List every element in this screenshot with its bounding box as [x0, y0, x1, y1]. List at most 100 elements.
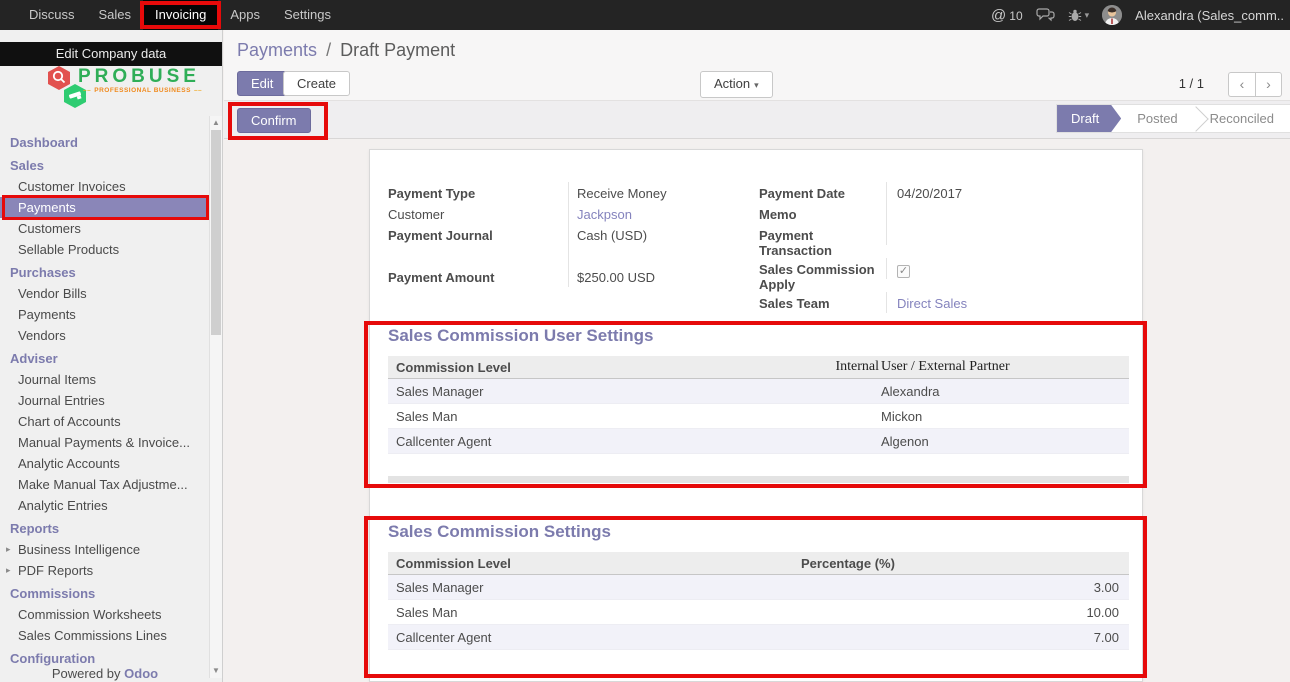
sidebar-item-vendors[interactable]: Vendors — [0, 325, 210, 346]
commission-settings-table: Commission Level Percentage (%) Sales Ma… — [388, 552, 1129, 650]
field-label: Memo — [759, 203, 886, 222]
nav-item-invoicing[interactable]: Invoicing — [143, 0, 218, 30]
sidebar-item-customer-invoices[interactable]: Customer Invoices — [0, 176, 210, 197]
field-label: Customer — [388, 203, 568, 222]
sidebar-item-pdf-reports[interactable]: ▸PDF Reports — [0, 560, 210, 581]
sidebar-item-customers[interactable]: Customers — [0, 218, 210, 239]
memo-value — [886, 203, 1119, 224]
field-customer: Customer Jackpson — [388, 203, 718, 224]
payment-date-value: 04/20/2017 — [886, 182, 1119, 203]
table-row[interactable]: Callcenter Agent Algenon — [388, 429, 1129, 454]
table-row[interactable]: Sales Manager 3.00 — [388, 575, 1129, 600]
sidebar-item-vendor-bills[interactable]: Vendor Bills — [0, 283, 210, 304]
sidebar-item-sellable-products[interactable]: Sellable Products — [0, 239, 210, 260]
statusbar: Draft Posted Reconciled — [1056, 104, 1290, 133]
payment-journal-value: Cash (USD) — [568, 224, 718, 245]
sidebar-heading-sales[interactable]: Sales — [0, 153, 210, 176]
scroll-up-icon[interactable]: ▲ — [210, 117, 222, 129]
form-button-bar: Confirm Draft Posted Reconciled — [224, 100, 1290, 139]
pager: ‹ › — [1228, 72, 1282, 97]
pager-next-button[interactable]: › — [1255, 72, 1282, 97]
sales-commission-apply-checkbox[interactable]: ✓ — [897, 265, 910, 278]
table-row[interactable]: Sales Man 10.00 — [388, 600, 1129, 625]
sidebar-item-tax-adjustments[interactable]: Make Manual Tax Adjustme... — [0, 474, 210, 495]
sidebar: Edit Company data PROBUSE PROFESSIONAL B… — [0, 30, 223, 682]
user-menu[interactable]: Alexandra (Sales_comm.. — [1135, 8, 1284, 23]
sidebar-item-business-intelligence[interactable]: ▸Business Intelligence — [0, 539, 210, 560]
table-row[interactable]: Sales Manager Alexandra — [388, 379, 1129, 404]
nav-item-sales[interactable]: Sales — [87, 0, 144, 30]
action-dropdown-button[interactable]: Action▾ — [700, 71, 773, 98]
sidebar-item-commission-worksheets[interactable]: Commission Worksheets — [0, 604, 210, 625]
sidebar-item-analytic-accounts[interactable]: Analytic Accounts — [0, 453, 210, 474]
user-settings-title: Sales Commission User Settings — [388, 326, 1129, 346]
status-step-reconciled[interactable]: Reconciled — [1194, 105, 1290, 132]
action-caret-icon: ▾ — [754, 80, 759, 90]
sidebar-item-manual-payments[interactable]: Manual Payments & Invoice... — [0, 432, 210, 453]
sidebar-item-payments[interactable]: Payments — [0, 197, 210, 218]
nav-item-apps[interactable]: Apps — [218, 0, 272, 30]
table-horizontal-scrollbar[interactable] — [388, 476, 1129, 483]
col-header-user-external-partner: User / External Partner — [879, 359, 1129, 375]
pager-previous-button[interactable]: ‹ — [1228, 72, 1255, 97]
user-avatar[interactable] — [1102, 5, 1122, 25]
confirm-button[interactable]: Confirm — [237, 108, 311, 133]
mentions-counter[interactable]: @10 — [991, 7, 1023, 24]
messages-icon[interactable] — [1036, 8, 1055, 22]
sidebar-scrollbar[interactable]: ▲ ▼ — [209, 116, 222, 678]
odoo-brand-link[interactable]: Odoo — [124, 666, 158, 681]
payment-amount-value: $250.00 USD — [568, 266, 718, 287]
scrollbar-thumb[interactable] — [211, 130, 221, 335]
at-icon: @ — [991, 7, 1006, 24]
edit-company-button[interactable]: Edit Company data — [0, 42, 222, 66]
sidebar-item-analytic-entries[interactable]: Analytic Entries — [0, 495, 210, 516]
nav-item-settings[interactable]: Settings — [272, 0, 343, 30]
sidebar-heading-purchases[interactable]: Purchases — [0, 260, 210, 283]
chevron-left-icon: ‹ — [1240, 76, 1245, 92]
field-payment-amount: Payment Amount $250.00 USD — [388, 266, 718, 287]
scroll-down-icon[interactable]: ▼ — [210, 665, 222, 677]
breadcrumb-current: Draft Payment — [340, 40, 455, 60]
company-logo: PROBUSE PROFESSIONAL BUSINESS — [0, 66, 222, 128]
edit-button[interactable]: Edit — [237, 71, 287, 96]
sidebar-heading-adviser[interactable]: Adviser — [0, 346, 210, 369]
create-button[interactable]: Create — [283, 71, 350, 96]
status-step-draft[interactable]: Draft — [1057, 105, 1121, 132]
field-sales-commission-apply: Sales Commission Apply ✓ — [759, 258, 1119, 292]
debug-bug-icon[interactable]: ▾ — [1068, 8, 1090, 22]
sidebar-item-journal-items[interactable]: Journal Items — [0, 369, 210, 390]
breadcrumb: Payments / Draft Payment — [237, 40, 455, 61]
powered-by: Powered by Odoo — [0, 666, 210, 681]
field-sales-team: Sales Team Direct Sales — [759, 292, 1119, 313]
table-header: Commission Level Internal User / Externa… — [388, 356, 1129, 379]
logo-subtitle: PROFESSIONAL BUSINESS — [80, 87, 205, 94]
sidebar-item-journal-entries[interactable]: Journal Entries — [0, 390, 210, 411]
expand-caret-icon[interactable]: ▸ — [6, 543, 11, 556]
field-label: Payment Transaction — [759, 224, 886, 258]
table-row[interactable]: Sales Man Mickon — [388, 404, 1129, 429]
sidebar-heading-commissions[interactable]: Commissions — [0, 581, 210, 604]
sales-team-link[interactable]: Direct Sales — [897, 296, 967, 311]
form-sheet: Payment Type Receive Money Customer Jack… — [369, 149, 1143, 682]
sidebar-menu: Dashboard Sales Customer Invoices Paymen… — [0, 130, 210, 669]
payment-type-value: Receive Money — [568, 182, 718, 203]
mention-count: 10 — [1009, 9, 1022, 23]
sidebar-heading-dashboard[interactable]: Dashboard — [0, 130, 210, 153]
expand-caret-icon[interactable]: ▸ — [6, 564, 11, 577]
table-row[interactable]: Callcenter Agent 7.00 — [388, 625, 1129, 650]
sidebar-item-sales-commissions-lines[interactable]: Sales Commissions Lines — [0, 625, 210, 646]
user-settings-table: Commission Level Internal User / Externa… — [388, 356, 1129, 454]
nav-item-discuss[interactable]: Discuss — [17, 0, 87, 30]
field-memo: Memo — [759, 203, 1119, 224]
customer-link[interactable]: Jackpson — [577, 207, 632, 222]
logo-title: PROBUSE — [78, 66, 200, 88]
chevron-right-icon: › — [1266, 76, 1271, 92]
table-header: Commission Level Percentage (%) — [388, 552, 1129, 575]
payment-transaction-value — [886, 224, 1119, 245]
form-right-column: Payment Date 04/20/2017 Memo Payment Tra… — [759, 182, 1119, 313]
sidebar-item-chart-of-accounts[interactable]: Chart of Accounts — [0, 411, 210, 432]
sidebar-item-payments-purchases[interactable]: Payments — [0, 304, 210, 325]
field-label: Payment Type — [388, 182, 568, 201]
breadcrumb-payments-link[interactable]: Payments — [237, 40, 317, 60]
sidebar-heading-reports[interactable]: Reports — [0, 516, 210, 539]
